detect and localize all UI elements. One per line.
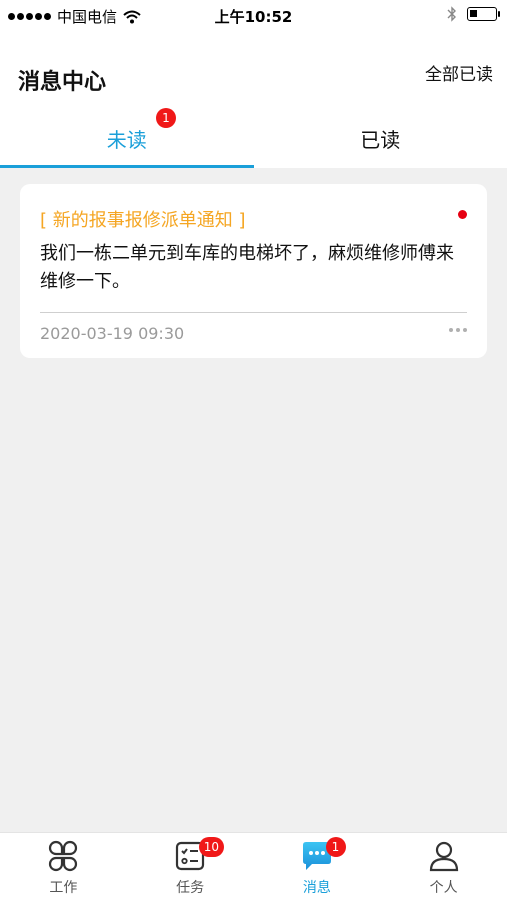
nav-label-task: 任务 — [176, 880, 205, 896]
status-right — [447, 6, 500, 22]
unread-dot-icon — [458, 210, 467, 219]
task-count-badge: 10 — [198, 837, 225, 857]
nav-item-message[interactable]: 1 消息 — [254, 833, 381, 900]
work-icon — [49, 840, 78, 872]
person-icon — [429, 841, 458, 872]
message-body: 我们一栋二单元到车库的电梯坏了，麻烦维修师傅来维修一下。 — [40, 243, 454, 292]
battery-icon — [467, 7, 500, 21]
nav-label-message: 消息 — [302, 880, 331, 896]
nav-label-person: 个人 — [429, 880, 458, 896]
message-list: [ 新的报事报修派单通知 ] 我们一栋二单元到车库的电梯坏了，麻烦维修师傅来维修… — [0, 168, 507, 832]
tab-read[interactable]: 已读 — [254, 112, 507, 168]
tab-unread[interactable]: 未读 1 — [0, 108, 254, 168]
status-bar: 中国电信 上午10:52 — [0, 0, 507, 32]
tab-bar: 未读 1 已读 — [0, 108, 507, 168]
mark-all-read-button[interactable]: 全部已读 — [425, 60, 493, 85]
more-options-icon[interactable] — [449, 328, 467, 332]
divider — [40, 312, 467, 313]
nav-item-task[interactable]: 10 任务 — [127, 833, 254, 900]
status-time: 上午10:52 — [214, 8, 293, 26]
tab-unread-label: 未读 — [106, 128, 147, 152]
nav-item-person[interactable]: 个人 — [380, 833, 507, 900]
nav-item-work[interactable]: 工作 — [0, 833, 127, 900]
header: 消息中心 全部已读 — [0, 32, 507, 112]
bottom-nav: 工作 10 任务 1 消息 个人 — [0, 832, 507, 900]
unread-count-badge: 1 — [156, 108, 176, 128]
tab-read-label: 已读 — [360, 128, 401, 152]
nav-label-work: 工作 — [49, 880, 78, 896]
message-count-badge: 1 — [325, 837, 346, 857]
message-time: 2020-03-19 09:30 — [40, 324, 185, 343]
bluetooth-icon — [447, 6, 456, 22]
message-card[interactable]: [ 新的报事报修派单通知 ] 我们一栋二单元到车库的电梯坏了，麻烦维修师傅来维修… — [20, 184, 487, 358]
page-title: 消息中心 — [18, 70, 107, 95]
message-title: [ 新的报事报修派单通知 ] — [40, 210, 246, 231]
